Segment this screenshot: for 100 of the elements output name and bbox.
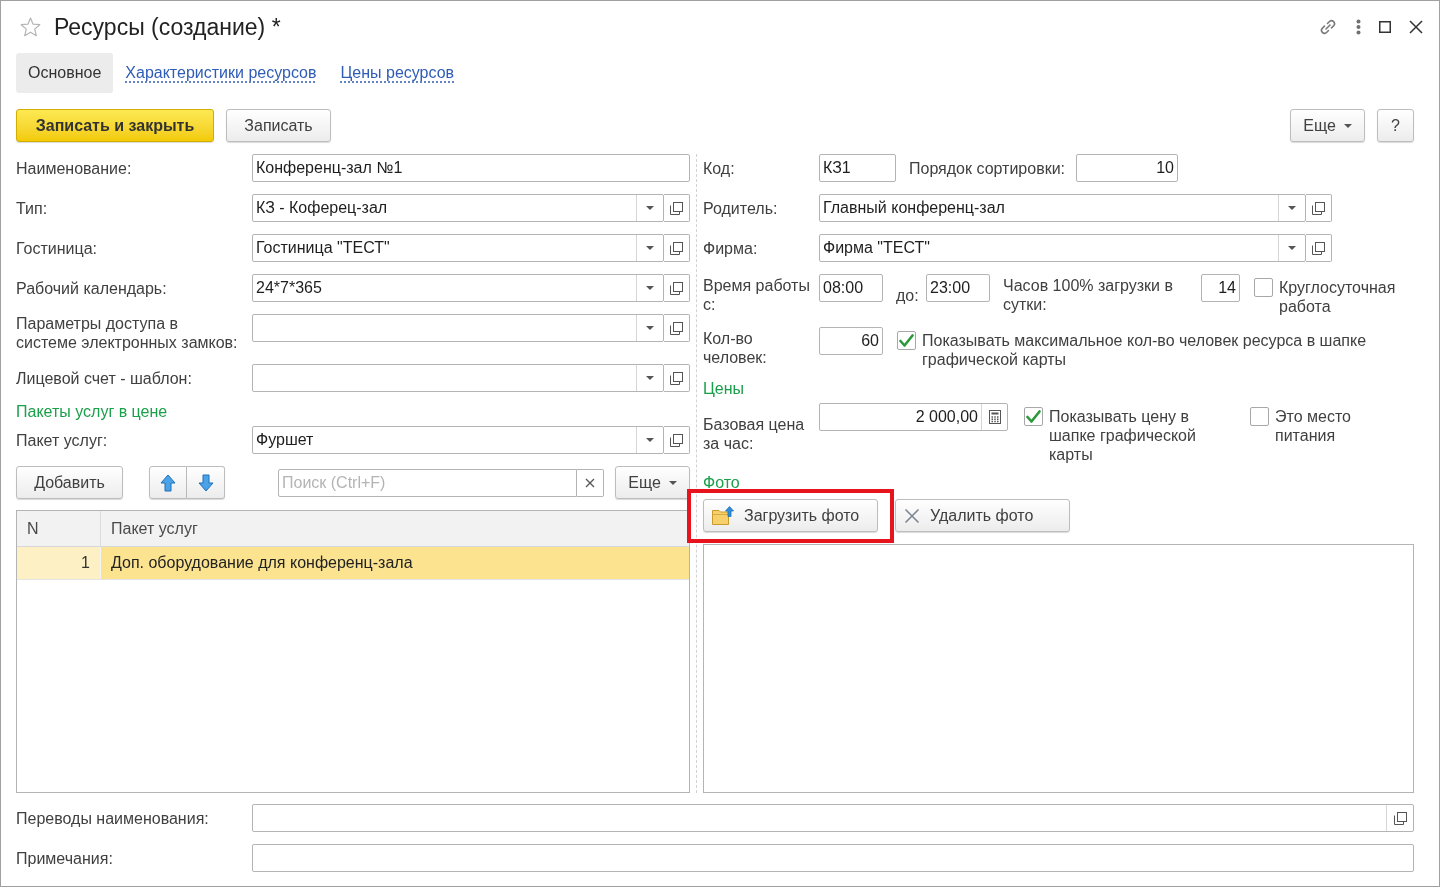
caret-icon	[1288, 206, 1296, 210]
link-icon[interactable]	[1318, 17, 1338, 37]
open-button[interactable]	[664, 194, 690, 222]
text-field[interactable]: Конференц-зал №1	[252, 154, 690, 182]
field-label: Переводы наименования:	[16, 808, 209, 828]
text-field[interactable]: 14	[1201, 274, 1240, 302]
column-header[interactable]: Пакет услуг	[101, 511, 689, 546]
text-field[interactable]	[252, 844, 1414, 872]
checkbox[interactable]	[1254, 278, 1273, 297]
field-label: Лицевой счет - шаблон:	[16, 368, 192, 388]
close-icon[interactable]	[1409, 20, 1423, 34]
field-label: Примечания:	[16, 848, 113, 868]
check-icon	[1026, 410, 1041, 423]
checkbox-label[interactable]: Круглосуточная работа	[1279, 278, 1414, 316]
select-field[interactable]	[252, 314, 664, 342]
help-button[interactable]: ?	[1377, 109, 1414, 142]
two-windows-icon	[670, 201, 683, 215]
field-label: Рабочий календарь:	[16, 278, 167, 298]
select-field[interactable]: Главный конференц-зал	[819, 194, 1306, 222]
tab[interactable]: Характеристики ресурсов	[113, 53, 329, 93]
text-field[interactable]: КЗ1	[819, 154, 896, 182]
field-label: Пакет услуг:	[16, 430, 108, 450]
caret-icon	[646, 206, 654, 210]
select-field[interactable]: Гостиница "ТЕСТ"	[252, 234, 664, 262]
two-windows-icon	[1312, 241, 1325, 255]
more-icon[interactable]	[1356, 19, 1361, 35]
open-button[interactable]	[1306, 234, 1332, 262]
number-field[interactable]: 2 000,00	[819, 403, 1008, 431]
table-cell-text: Доп. оборудование для конференц-зала	[110, 553, 414, 573]
open-button[interactable]	[1306, 194, 1332, 222]
field-label: Тип:	[16, 198, 48, 218]
caret-icon	[646, 246, 654, 250]
open-button[interactable]	[664, 274, 690, 302]
two-windows-icon	[670, 321, 683, 335]
text-field[interactable]: 23:00	[926, 274, 990, 302]
text-field[interactable]: 08:00	[819, 274, 883, 302]
text-field[interactable]	[252, 804, 1414, 832]
upload-button[interactable]: Загрузить фото	[703, 499, 878, 532]
section-title: Фото	[703, 476, 740, 490]
table-cell: 1	[17, 547, 101, 579]
field-label: Порядок сортировки:	[909, 158, 1066, 178]
tab[interactable]: Основное	[16, 53, 114, 93]
field-label: Код:	[703, 158, 735, 178]
checkbox[interactable]	[1024, 407, 1043, 426]
field-label: Родитель:	[703, 198, 778, 218]
two-windows-icon	[670, 433, 683, 447]
checkbox-label[interactable]: Показывать максимальное кол-во человек ресурса в шапке графической карты	[922, 331, 1414, 369]
save-close-button[interactable]: Записать и закрыть	[16, 109, 214, 142]
move-up-button[interactable]	[149, 466, 187, 499]
move-down-button[interactable]	[187, 466, 225, 499]
two-windows-icon	[1312, 201, 1325, 215]
caret-icon	[1288, 246, 1296, 250]
select-field[interactable]: Фирма "ТЕСТ"	[819, 234, 1306, 262]
open-button[interactable]	[664, 426, 690, 454]
arrow-down-icon	[197, 473, 214, 492]
star-icon[interactable]	[20, 17, 41, 37]
field-label: Базовая цена за час:	[703, 414, 806, 453]
table-row[interactable]: 1 Доп. оборудование для конференц-зала	[17, 547, 689, 580]
select-field[interactable]: 24*7*365	[252, 274, 664, 302]
delete-button[interactable]: Удалить фото	[895, 499, 1070, 532]
field-label: Наименование:	[16, 158, 132, 178]
checkbox-label[interactable]: Это место питания	[1275, 407, 1387, 445]
arrow-up-icon	[160, 473, 176, 492]
search-field[interactable]: Поиск (Ctrl+F)	[278, 468, 577, 497]
tab[interactable]: Цены ресурсов	[328, 53, 467, 93]
two-windows-icon	[1393, 811, 1407, 825]
clear-button[interactable]	[577, 468, 604, 497]
checkbox[interactable]	[897, 331, 916, 350]
save-button[interactable]: Записать	[226, 109, 331, 142]
select-field[interactable]	[252, 364, 664, 392]
text-field[interactable]: 10	[1076, 154, 1178, 182]
open-button[interactable]	[664, 364, 690, 392]
check-icon	[899, 334, 914, 347]
field-label: Часов 100% загрузки в сутки:	[1003, 276, 1174, 314]
field-label: Фирма:	[703, 238, 758, 258]
section-title: Пакеты услуг в цене	[16, 402, 168, 421]
caret-icon	[1343, 123, 1352, 128]
caret-icon	[668, 480, 677, 485]
open-button[interactable]	[664, 234, 690, 262]
checkbox[interactable]	[1250, 407, 1269, 426]
column-header[interactable]: N	[17, 511, 101, 546]
two-windows-icon	[670, 241, 683, 255]
open-button[interactable]	[664, 314, 690, 342]
two-windows-icon	[670, 371, 683, 385]
select-field[interactable]: Фуршет	[252, 426, 664, 454]
window-title: Ресурсы (создание) *	[54, 12, 281, 42]
add-button[interactable]: Добавить	[16, 466, 123, 499]
caret-icon	[646, 376, 654, 380]
select-field[interactable]: КЗ - Коферец-зал	[252, 194, 664, 222]
field-label: Параметры доступа в системе электронных замков:	[16, 314, 238, 352]
caret-icon	[646, 286, 654, 290]
field-label: Время работы с:	[703, 276, 811, 314]
checkbox-label[interactable]: Показывать цену в шапке графической карты	[1049, 407, 1219, 464]
text-field[interactable]: 60	[819, 327, 883, 355]
field-label: Кол-во человек:	[703, 329, 768, 367]
more-button[interactable]: Еще	[615, 466, 690, 499]
more-button[interactable]: Еще	[1290, 109, 1365, 142]
maximize-icon[interactable]	[1379, 21, 1391, 33]
section-title: Цены	[703, 379, 745, 398]
caret-icon	[646, 438, 654, 442]
